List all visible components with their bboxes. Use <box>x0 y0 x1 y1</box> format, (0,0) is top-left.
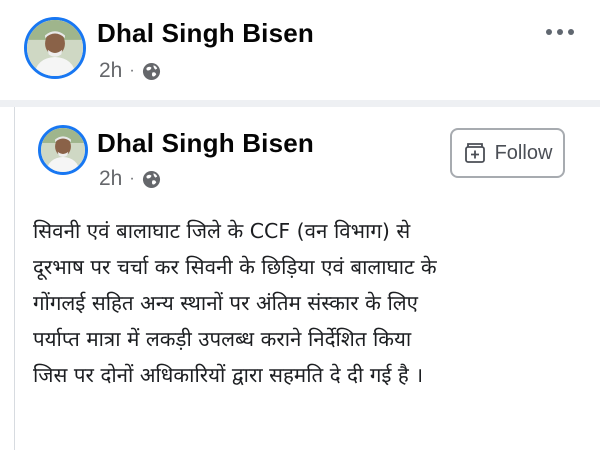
meta-separator: · <box>129 170 135 187</box>
globe-icon <box>142 62 160 80</box>
author-name[interactable]: Dhal Singh Bisen <box>97 18 314 49</box>
post-text-line: पर्याप्त मात्रा में लकड़ी उपलब्ध कराने न… <box>33 327 412 351</box>
avatar-photo <box>41 128 85 172</box>
post-meta: 2h · <box>99 59 161 83</box>
shared-post-time[interactable]: 2h <box>99 167 122 191</box>
post-time[interactable]: 2h <box>99 59 122 83</box>
author-avatar[interactable] <box>24 17 86 79</box>
shared-post-meta: 2h · <box>99 167 161 191</box>
post-text-line: दूरभाष पर चर्चा कर सिवनी के छिड़िया एवं … <box>33 255 437 279</box>
post-text-line: गोंगलई सहित अन्य स्थानों पर अंतिम संस्का… <box>33 291 418 315</box>
post-text-line: सिवनी एवं बालाघाट जिले के CCF (वन विभाग)… <box>33 219 411 243</box>
shared-author-name[interactable]: Dhal Singh Bisen <box>97 128 314 159</box>
post-header: Dhal Singh Bisen 2h · <box>0 0 600 95</box>
section-divider <box>0 100 600 107</box>
post-body: सिवनी एवं बालाघाट जिले के CCF (वन विभाग)… <box>33 213 573 393</box>
shared-author-avatar[interactable] <box>38 125 88 175</box>
avatar-photo <box>27 20 83 76</box>
globe-icon <box>142 170 160 188</box>
post-text-line: जिस पर दोनों अधिकारियों द्वारा सहमति दे … <box>33 363 424 387</box>
meta-separator: · <box>129 62 135 79</box>
follow-page-icon <box>464 143 485 163</box>
follow-button[interactable]: Follow <box>450 128 565 178</box>
more-options-icon[interactable] <box>538 20 582 44</box>
follow-label: Follow <box>494 141 553 164</box>
